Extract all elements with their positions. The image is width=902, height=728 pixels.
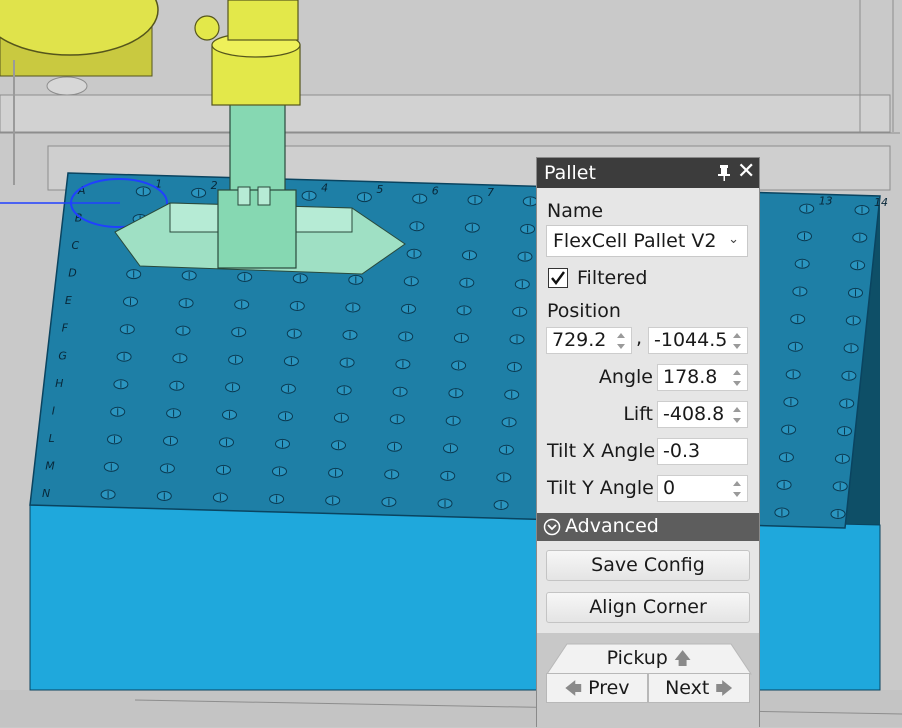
table-row-label: M	[45, 460, 55, 473]
table-row-label: I	[52, 404, 55, 417]
gripper-jaw-left	[237, 186, 251, 206]
next-label: Next	[665, 677, 710, 699]
tilt-x-value: -0.3	[663, 440, 701, 462]
table-row-label: H	[55, 377, 63, 390]
table-row-label: L	[49, 432, 55, 445]
pickup-button[interactable]: Pickup 🡅	[567, 644, 731, 674]
spin-arrows-icon[interactable]	[733, 367, 743, 389]
spin-arrows-icon[interactable]	[617, 330, 627, 352]
angle-value: 178.8	[663, 366, 718, 388]
table-row-label: E	[65, 294, 72, 307]
pickup-label: Pickup	[606, 647, 668, 669]
prev-button[interactable]: 🡄 Prev	[546, 673, 648, 703]
position-y-input[interactable]: -1044.5	[648, 327, 748, 354]
tilt-y-label: Tilt Y Angle	[547, 477, 654, 499]
bottom-floor-strip	[0, 690, 902, 727]
table-row-label: D	[68, 267, 76, 280]
name-select[interactable]: FlexCell Pallet V2 ⌄	[546, 225, 748, 257]
filtered-checkbox[interactable]	[548, 268, 568, 288]
save-config-button[interactable]: Save Config	[546, 550, 750, 581]
navigation-area: Pickup 🡅 🡄 Prev Next 🡆	[537, 633, 759, 728]
table-column-label: 5	[376, 183, 383, 196]
table-row-label: G	[58, 349, 67, 362]
lift-input[interactable]: -408.8	[657, 401, 748, 428]
position-separator: ,	[636, 327, 643, 349]
panel-title: Pallet	[544, 162, 596, 184]
back-platform	[0, 94, 891, 133]
gripper-body	[217, 189, 297, 269]
panel-titlebar[interactable]: Pallet ✕	[537, 158, 759, 188]
checkmark-icon	[551, 271, 565, 285]
angle-input[interactable]: 178.8	[657, 364, 748, 391]
table-column-label: 7	[487, 186, 494, 199]
position-y-value: -1044.5	[654, 329, 728, 351]
robot-forearm	[227, 0, 299, 41]
pin-icon[interactable]	[717, 164, 731, 182]
arrow-up-icon: 🡅	[673, 649, 692, 669]
table-column-label: 14	[874, 196, 888, 209]
tilt-x-label: Tilt X Angle	[547, 440, 656, 462]
floor-bolt	[46, 76, 88, 96]
position-label: Position	[547, 300, 621, 322]
pallet-panel: Pallet ✕ Name FlexCell Pallet V2 ⌄ Filte…	[536, 157, 760, 728]
table-row-label: C	[72, 239, 80, 252]
table-column-label: 13	[819, 195, 833, 208]
gripper-jaw-right	[257, 186, 271, 206]
lift-value: -408.8	[663, 403, 725, 425]
3d-viewport[interactable]: ABCDEFGHILMN 123456781314	[0, 0, 902, 727]
filtered-label: Filtered	[577, 267, 648, 289]
position-x-value: 729.2	[552, 329, 607, 351]
spin-arrows-icon[interactable]	[733, 330, 743, 352]
tilt-y-value: 0	[663, 477, 676, 499]
chevron-down-icon: ⌄	[728, 232, 739, 247]
spin-arrows-icon[interactable]	[733, 478, 743, 500]
position-x-input[interactable]: 729.2	[546, 327, 632, 354]
name-select-value: FlexCell Pallet V2	[553, 230, 717, 252]
advanced-section-toggle[interactable]: Advanced	[537, 513, 759, 541]
table-column-label: 6	[432, 185, 439, 198]
table-row-label: N	[42, 487, 50, 500]
chevron-circle-down-icon	[543, 518, 561, 536]
table-row-label: F	[62, 322, 69, 335]
robot-joint	[194, 15, 220, 41]
angle-label: Angle	[598, 366, 653, 388]
arrow-right-icon: 🡆	[715, 679, 733, 699]
arrow-left-icon: 🡄	[564, 679, 583, 699]
tilt-y-input[interactable]: 0	[657, 475, 748, 502]
name-label: Name	[547, 200, 604, 222]
close-icon[interactable]: ✕	[737, 161, 755, 183]
table-column-label: 2	[211, 179, 218, 192]
table-column-label: 4	[321, 182, 328, 195]
next-button[interactable]: Next 🡆	[648, 673, 750, 703]
prev-label: Prev	[588, 677, 630, 699]
tilt-x-input[interactable]: -0.3	[657, 438, 748, 465]
lift-label: Lift	[623, 403, 653, 425]
advanced-label: Advanced	[565, 515, 659, 537]
align-corner-button[interactable]: Align Corner	[546, 592, 750, 623]
spin-arrows-icon[interactable]	[733, 404, 743, 426]
